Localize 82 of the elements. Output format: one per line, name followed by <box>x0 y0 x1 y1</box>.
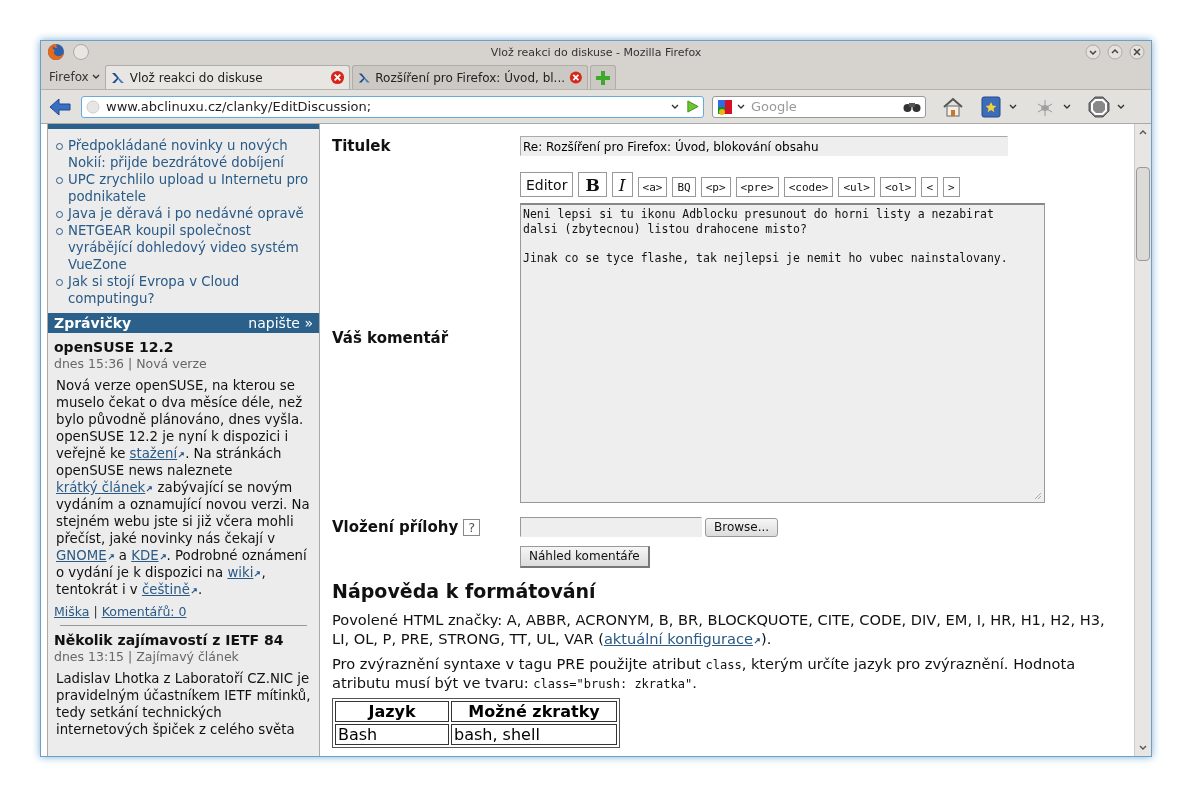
external-link-icon <box>159 553 167 560</box>
inline-code: class <box>705 657 742 672</box>
inline-link[interactable]: wiki <box>227 565 262 580</box>
go-arrow-icon[interactable] <box>686 100 699 113</box>
editor-button[interactable]: <ol> <box>879 177 917 197</box>
footer-link[interactable]: Miška <box>54 604 90 619</box>
table-cell: Bash <box>335 723 449 745</box>
external-link-icon <box>190 587 198 594</box>
firefox-menu-button[interactable]: Firefox <box>45 65 105 89</box>
adblock-stop-icon[interactable] <box>1088 95 1110 118</box>
minimize-icon[interactable] <box>1085 44 1101 60</box>
column-header: Možné zkratky <box>451 700 617 722</box>
external-link-icon <box>254 570 262 577</box>
editor-button[interactable]: Editor <box>520 172 574 197</box>
help-mark[interactable]: ? <box>463 518 481 536</box>
news-title: openSUSE 12.2 <box>54 339 175 355</box>
write-link[interactable]: napište » <box>248 315 313 331</box>
news-link[interactable]: UPC zrychlilo upload u Internetu pro podnikatele <box>68 171 315 205</box>
editor-button[interactable]: BQ <box>672 177 696 197</box>
separator-mark: | <box>93 604 98 619</box>
inline-code: class="brush: zkratka" <box>533 676 693 691</box>
external-link-icon <box>107 553 115 560</box>
scrollbar[interactable] <box>1134 124 1151 756</box>
editor-button[interactable]: > <box>943 177 960 197</box>
close-tab-icon[interactable] <box>329 70 345 85</box>
resize-grip-icon[interactable] <box>1034 492 1042 500</box>
title-label: Titulek <box>332 137 392 155</box>
window-title: Vlož reakci do diskuse - Mozilla Firefox <box>490 45 702 59</box>
comment-field[interactable]: Neni lepsi si tu ikonu Adblocku presunout do horni listy a nezabirat dalsi (zbytecnou) listou drahocene misto? Jinak co se tyce flashe, tak nejlepsi je nemit ho vubec nainstalovany. <box>520 203 1045 503</box>
news-link[interactable]: Předpokládané novinky u nových Nokií: přijde bezdrátové dobíjení <box>68 137 315 171</box>
browse-button[interactable]: Browse... <box>705 517 779 537</box>
editor-button[interactable]: B <box>578 172 607 197</box>
table-cell: bash, shell <box>451 723 617 745</box>
news-link[interactable]: Jak si stojí Evropa v Cloud computingu? <box>68 273 315 307</box>
editor-button[interactable]: <pre> <box>735 177 779 197</box>
editor-button[interactable]: <ul> <box>838 177 875 197</box>
inline-link[interactable]: GNOME <box>56 548 115 563</box>
inline-link[interactable]: aktuální konfigurace <box>603 629 761 647</box>
footer-link[interactable]: Komentářů: 0 <box>101 604 187 619</box>
news-link[interactable]: Java je děravá i po nedávné opravě <box>68 205 304 222</box>
news-text: Ladislav Lhotka z Laboratoří CZ.NIC je pravidelným účastníkem IETF mítinků, tedy setkání technických internetových špiček z celého světa <box>56 670 312 738</box>
news-title: Několik zajímavostí z IETF 84 <box>54 632 285 648</box>
external-link-icon <box>146 485 154 492</box>
external-link-icon <box>178 451 186 458</box>
news-meta: dnes 15:36 | Nová verze <box>54 356 208 371</box>
globe-icon <box>86 99 100 114</box>
binoculars-icon[interactable] <box>903 100 921 113</box>
inline-link[interactable]: stažení <box>129 446 186 461</box>
external-link-icon <box>753 636 761 644</box>
news-link[interactable]: NETGEAR koupil společnost vyrábějící dohledový video systém VueZone <box>68 222 315 273</box>
editor-button[interactable]: <a> <box>637 177 668 197</box>
preview-button[interactable]: Náhled komentáře <box>520 545 650 568</box>
help-text: Povolené HTML značky: A, ABBR, ACRONYM, B, BR, BLOCKQUOTE, CITE, CODE, DIV, EM, I, HR, H1, H2, H3, LI, OL, P, PRE, STRONG, TT, UL, VAR (aktuální konfigurace ). <box>332 609 1106 648</box>
home-icon[interactable] <box>942 95 964 118</box>
comment-label: Váš komentář <box>332 328 450 347</box>
address-field[interactable]: www.abclinuxu.cz/clanky/EditDiscussion; <box>81 95 704 118</box>
back-arrow-icon[interactable] <box>49 97 71 116</box>
plus-icon <box>594 69 611 86</box>
inline-link[interactable]: krátký článek <box>56 480 154 495</box>
column-header: Jazyk <box>335 700 449 722</box>
attachment-label: Vložení přílohy <box>332 518 459 536</box>
search-engine-icon[interactable] <box>717 98 733 115</box>
editor-button[interactable]: I <box>611 172 633 197</box>
news-meta: dnes 13:15 | Zajímavý článek <box>54 649 240 664</box>
help-heading: Nápověda k formátování <box>332 579 597 602</box>
file-field[interactable] <box>520 517 702 537</box>
browser-tab[interactable]: Rozšíření pro Firefox: Úvod, bl... <box>351 65 588 89</box>
editor-button[interactable]: < <box>921 177 939 197</box>
close-tab-icon[interactable] <box>569 70 583 85</box>
editor-button[interactable]: <code> <box>783 177 834 197</box>
section-title: Zprávičky <box>54 315 132 331</box>
inline-link[interactable]: KDE <box>131 548 167 563</box>
close-icon[interactable] <box>1129 44 1145 60</box>
browser-tab[interactable]: Vlož reakci do diskuse <box>104 65 350 89</box>
scrollbar-thumb[interactable] <box>1136 167 1150 261</box>
news-text: Nová verze openSUSE, na kterou se muselo čekat o dva měsíce déle, než bylo původně plánováno, dnes vyšla. openSUSE 12.2 je nyní k dispozici i veřejně ke stažení . Na stránkách openSUSE news naleznete krátký článek zabývající se novým vydáním a oznamující novou verzi. Na stejném webu jste si již včera mohli přečíst, jaké novinky nás čekají v GNOME a KDE . Podrobné oznámení o vydání je k dispozici na wiki , tentokrát i v češtině . <box>56 377 311 598</box>
help-text: Pro zvýraznění syntaxe v tagu PRE použijte atribut class, kterým určíte jazyk pro zvýraznění. Hodnota atributu musí být ve tvaru: class="brush: zkratka". <box>332 653 1077 692</box>
firefox-logo-icon <box>47 43 65 61</box>
inline-link[interactable]: češtině <box>141 582 198 597</box>
title-field[interactable]: Re: Rozšíření pro Firefox: Úvod, blokování obsahu <box>520 136 1008 156</box>
maximize-icon[interactable] <box>1107 44 1123 60</box>
editor-button[interactable]: <p> <box>700 177 731 197</box>
